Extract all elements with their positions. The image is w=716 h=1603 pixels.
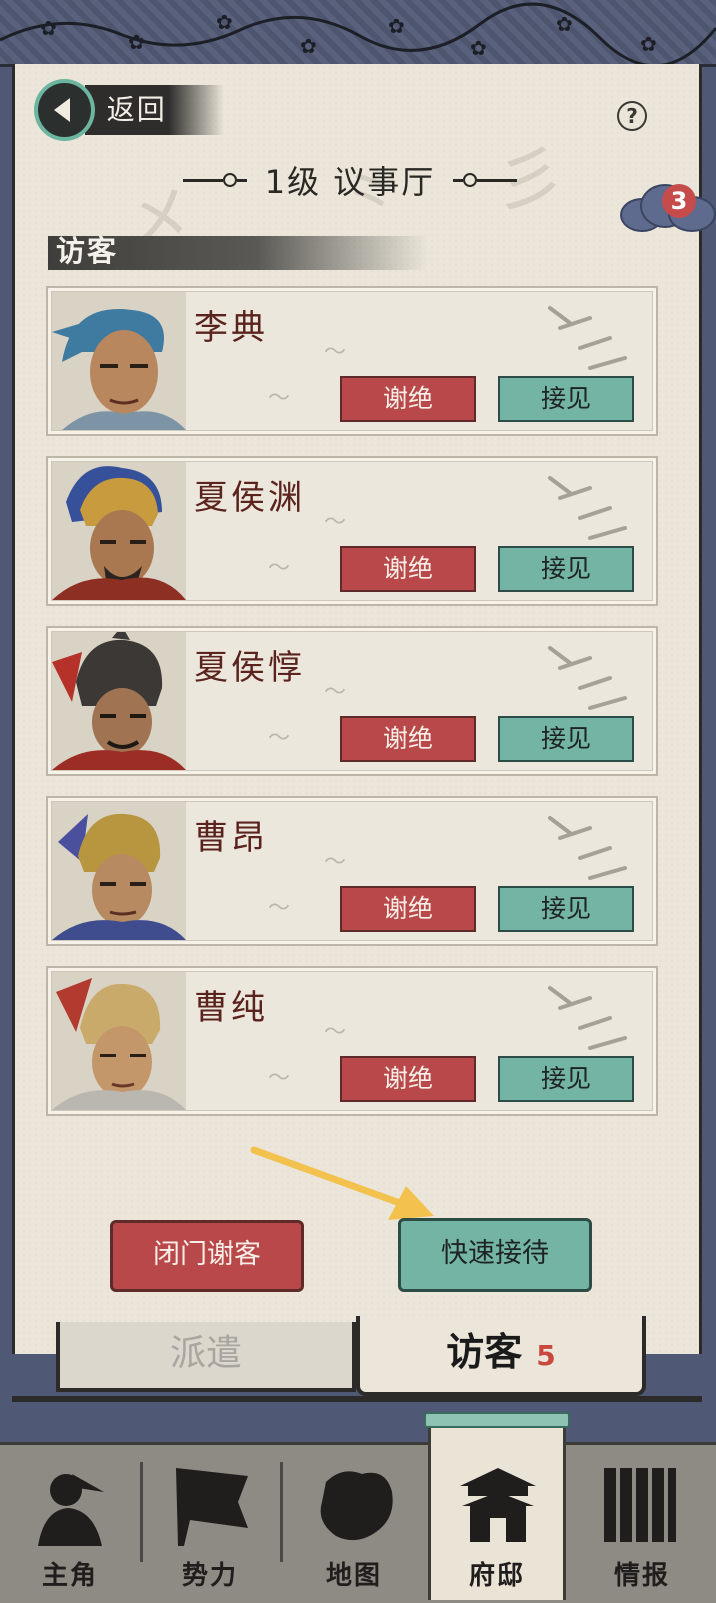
mansion-icon	[460, 1468, 536, 1542]
back-label: 返回	[84, 85, 224, 135]
visitor-name: 夏侯惇	[194, 648, 305, 688]
receive-button[interactable]: 接见	[498, 1056, 634, 1102]
back-arrow-icon	[34, 79, 95, 141]
visitor-card: 夏侯渊 〜 〜 谢绝 接见	[46, 456, 658, 606]
scroll-icon	[604, 1468, 676, 1542]
receive-button[interactable]: 接见	[498, 546, 634, 592]
nav-label: 地图	[325, 1561, 382, 1591]
map-icon	[320, 1471, 393, 1541]
vine-ornament	[0, 2, 716, 64]
visitor-portrait	[52, 972, 186, 1110]
quick-receive-button[interactable]: 快速接待	[398, 1218, 592, 1292]
nav-label: 主角	[41, 1561, 98, 1591]
nav-item-map[interactable]: 地图	[284, 1444, 424, 1600]
nav-label: 势力	[181, 1561, 238, 1591]
tab-visitors[interactable]: 访客 5	[356, 1316, 646, 1396]
section-title: 访客	[56, 234, 119, 268]
visitor-card: 夏侯惇 〜 〜 谢绝 接见	[46, 626, 658, 776]
crane-ornament-icon: 〜	[324, 850, 347, 875]
title-left-ornament	[182, 173, 247, 187]
nav-item-intel[interactable]: 情报	[568, 1444, 716, 1600]
nav-label: 府邸	[468, 1561, 525, 1591]
refuse-button[interactable]: 谢绝	[340, 376, 476, 422]
crane-ornament-icon: 〜	[324, 1020, 347, 1045]
refuse-button[interactable]: 谢绝	[340, 1056, 476, 1102]
visitor-name: 李典	[194, 308, 268, 348]
visitor-card: 曹昂 〜 〜 谢绝 接见	[46, 796, 658, 946]
visitor-name: 曹昂	[194, 818, 268, 858]
visitor-card: 李典 〜 〜 谢绝 接见	[46, 286, 658, 436]
nav-item-faction[interactable]: 势力	[140, 1444, 280, 1600]
visitor-card: 曹纯 〜 〜 谢绝 接见	[46, 966, 658, 1116]
crane-ornament-icon: 〜	[324, 510, 347, 535]
page-title: 1级 议事厅	[264, 163, 436, 201]
visitor-portrait	[52, 632, 186, 770]
page-title-row: 1级 议事厅	[150, 160, 550, 201]
crane-ornament-icon: 〜	[268, 726, 291, 751]
crane-ornament-icon: 〜	[324, 680, 347, 705]
tab-visitors-count: 5	[536, 1339, 556, 1372]
receive-button[interactable]: 接见	[498, 376, 634, 422]
receive-button[interactable]: 接见	[498, 886, 634, 932]
badge-count: 3	[662, 184, 696, 218]
cloud-notification-badge[interactable]: 3	[616, 178, 716, 234]
close-door-button[interactable]: 闭门谢客	[110, 1220, 304, 1292]
visitor-name: 夏侯渊	[194, 478, 305, 518]
top-decorative-band: ✿ ✿ ✿ ✿ ✿ ✿ ✿ ✿	[0, 0, 716, 67]
back-button[interactable]: 返回	[34, 78, 224, 142]
nav-divider	[280, 1462, 283, 1562]
visitor-portrait	[52, 802, 186, 940]
crane-ornament-icon: 〜	[268, 896, 291, 921]
tab-dispatch[interactable]: 派遣	[56, 1322, 356, 1392]
tab-visitors-label: 访客	[446, 1330, 523, 1374]
refuse-button[interactable]: 谢绝	[340, 716, 476, 762]
title-right-ornament	[453, 173, 518, 187]
flag-icon	[176, 1468, 248, 1546]
nav-label: 情报	[613, 1561, 670, 1591]
receive-button[interactable]: 接见	[498, 716, 634, 762]
nav-item-protagonist[interactable]: 主角	[0, 1444, 140, 1600]
visitor-name: 曹纯	[194, 988, 268, 1028]
nav-item-mansion[interactable]: 府邸	[428, 1444, 566, 1600]
crane-ornament-icon: 〜	[268, 556, 291, 581]
visitor-portrait	[52, 462, 186, 600]
visitor-portrait	[52, 292, 186, 430]
tabs-divider	[12, 1396, 702, 1402]
warrior-silhouette-icon	[38, 1474, 104, 1546]
refuse-button[interactable]: 谢绝	[340, 886, 476, 932]
question-mark-icon[interactable]: ?	[617, 101, 647, 131]
crane-ornament-icon: 〜	[268, 1066, 291, 1091]
crane-ornament-icon: 〜	[324, 340, 347, 365]
refuse-button[interactable]: 谢绝	[340, 546, 476, 592]
nav-active-cap	[424, 1412, 570, 1428]
crane-ornament-icon: 〜	[268, 386, 291, 411]
